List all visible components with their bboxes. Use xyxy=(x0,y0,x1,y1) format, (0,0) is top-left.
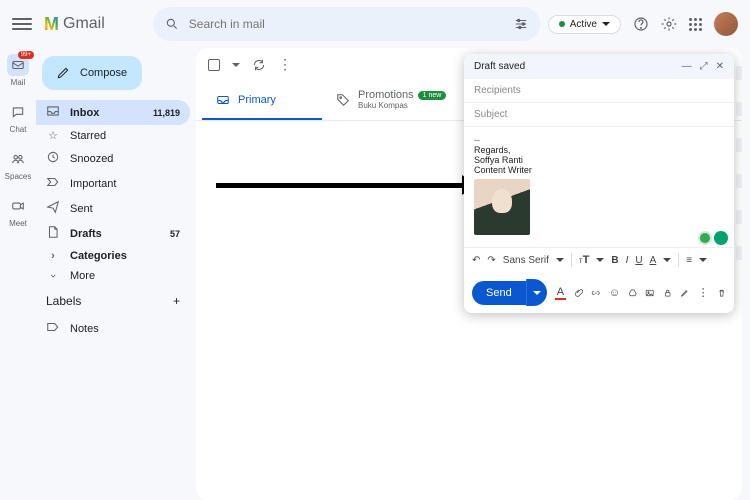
fullscreen-button[interactable]: ⤢ xyxy=(700,61,708,72)
compose-body[interactable]: -- Regards, Soffya Ranti Content Writer xyxy=(464,127,734,247)
status-label: Active xyxy=(570,19,597,30)
nav-categories[interactable]: ›Categories xyxy=(36,246,190,266)
labels-header: Labels xyxy=(46,294,81,308)
attach-icon[interactable] xyxy=(574,286,583,300)
search-bar[interactable] xyxy=(153,7,540,41)
important-icon xyxy=(46,175,60,189)
mail-badge: 99+ xyxy=(18,51,34,59)
nav-inbox[interactable]: Inbox11,819 xyxy=(36,100,190,125)
bold-button[interactable]: B xyxy=(611,255,618,266)
compose-title: Draft saved xyxy=(474,61,525,72)
minimize-button[interactable]: — xyxy=(682,61,692,72)
rail-spaces[interactable]: Spaces xyxy=(5,148,32,181)
account-avatar[interactable] xyxy=(714,12,738,36)
signature-name: Soffya Ranti xyxy=(474,155,724,165)
app-name: Gmail xyxy=(63,15,105,33)
annotation-arrow xyxy=(216,178,476,192)
tag-icon xyxy=(336,93,350,107)
status-button[interactable]: Active xyxy=(548,15,621,34)
ink-icon[interactable] xyxy=(680,286,689,300)
help-icon[interactable] xyxy=(633,16,649,32)
underline-button[interactable]: U xyxy=(635,255,642,266)
settings-icon[interactable] xyxy=(661,16,677,32)
align-button[interactable]: ≡ xyxy=(686,255,692,266)
nav-sent[interactable]: Sent xyxy=(36,196,190,221)
nav-snoozed[interactable]: Snoozed xyxy=(36,146,190,171)
emoji-icon[interactable]: ☺ xyxy=(609,287,620,299)
sent-icon xyxy=(46,200,60,214)
clock-icon xyxy=(46,150,60,164)
tab-promotions[interactable]: Promotions1 new Buku Kompas xyxy=(322,81,460,120)
recipients-field[interactable]: Recipients xyxy=(464,79,734,103)
nav-more[interactable]: ›More xyxy=(36,266,190,286)
search-input[interactable] xyxy=(189,17,504,31)
more-options-button[interactable]: ⋮ xyxy=(698,286,709,299)
add-label-button[interactable]: + xyxy=(173,294,180,308)
compose-button[interactable]: Compose xyxy=(42,56,142,90)
confidential-icon[interactable] xyxy=(663,286,672,300)
spaces-icon xyxy=(11,152,25,166)
discard-button[interactable] xyxy=(717,286,726,300)
primary-icon xyxy=(216,93,230,107)
select-all-checkbox[interactable] xyxy=(208,59,220,71)
label-icon xyxy=(46,320,60,334)
chevron-down-icon xyxy=(602,22,610,26)
gmail-logo[interactable]: M Gmail xyxy=(44,14,105,35)
meet-icon xyxy=(11,199,25,213)
undo-button[interactable]: ↶ xyxy=(472,255,480,266)
drafts-icon xyxy=(46,225,60,239)
send-options-button[interactable] xyxy=(526,279,547,306)
tune-icon[interactable] xyxy=(514,17,528,31)
signature-role: Content Writer xyxy=(474,165,724,175)
link-icon[interactable] xyxy=(591,286,600,300)
chat-icon xyxy=(11,105,25,119)
font-selector[interactable]: Sans Serif xyxy=(503,255,549,266)
select-dropdown-icon[interactable] xyxy=(232,63,240,67)
italic-button[interactable]: I xyxy=(626,255,629,266)
inbox-icon xyxy=(46,104,60,118)
format-toolbar: ↶ ↷ Sans Serif тT B I U A ≡ xyxy=(464,247,734,272)
text-color-button[interactable]: A xyxy=(650,255,657,266)
main-menu-button[interactable] xyxy=(12,14,32,34)
pencil-icon xyxy=(56,66,70,80)
presence-indicators xyxy=(698,231,728,245)
drive-icon[interactable] xyxy=(628,286,637,300)
signature-regards: Regards, xyxy=(474,145,724,155)
more-menu-icon[interactable]: ⋮ xyxy=(278,56,292,73)
close-button[interactable]: ✕ xyxy=(716,61,724,72)
format-toggle-button[interactable]: A xyxy=(555,286,566,300)
nav-drafts[interactable]: Drafts57 xyxy=(36,221,190,246)
nav-important[interactable]: Important xyxy=(36,171,190,196)
tab-primary[interactable]: Primary xyxy=(202,81,322,120)
nav-starred[interactable]: ☆Starred xyxy=(36,125,190,146)
background-list-hint xyxy=(736,66,742,282)
signature-image xyxy=(474,179,530,235)
gmail-m-icon: M xyxy=(44,14,59,35)
search-icon xyxy=(165,17,179,31)
promotions-badge: 1 new xyxy=(418,91,447,100)
insert-image-icon[interactable] xyxy=(645,286,654,300)
font-size-button[interactable]: тT xyxy=(579,254,589,266)
send-button[interactable]: Send xyxy=(472,281,526,305)
label-notes[interactable]: Notes xyxy=(36,316,190,341)
refresh-icon[interactable] xyxy=(252,58,266,72)
rail-meet[interactable]: Meet xyxy=(7,195,29,228)
subject-field[interactable]: Subject xyxy=(464,103,734,127)
redo-button[interactable]: ↷ xyxy=(487,255,495,266)
apps-icon[interactable] xyxy=(689,18,702,31)
compose-window: Draft saved — ⤢ ✕ Recipients Subject -- … xyxy=(464,54,734,313)
rail-chat[interactable]: Chat xyxy=(7,101,29,134)
rail-mail[interactable]: 99+ Mail xyxy=(7,54,29,87)
mail-icon xyxy=(11,58,25,72)
status-dot-icon xyxy=(559,21,565,27)
